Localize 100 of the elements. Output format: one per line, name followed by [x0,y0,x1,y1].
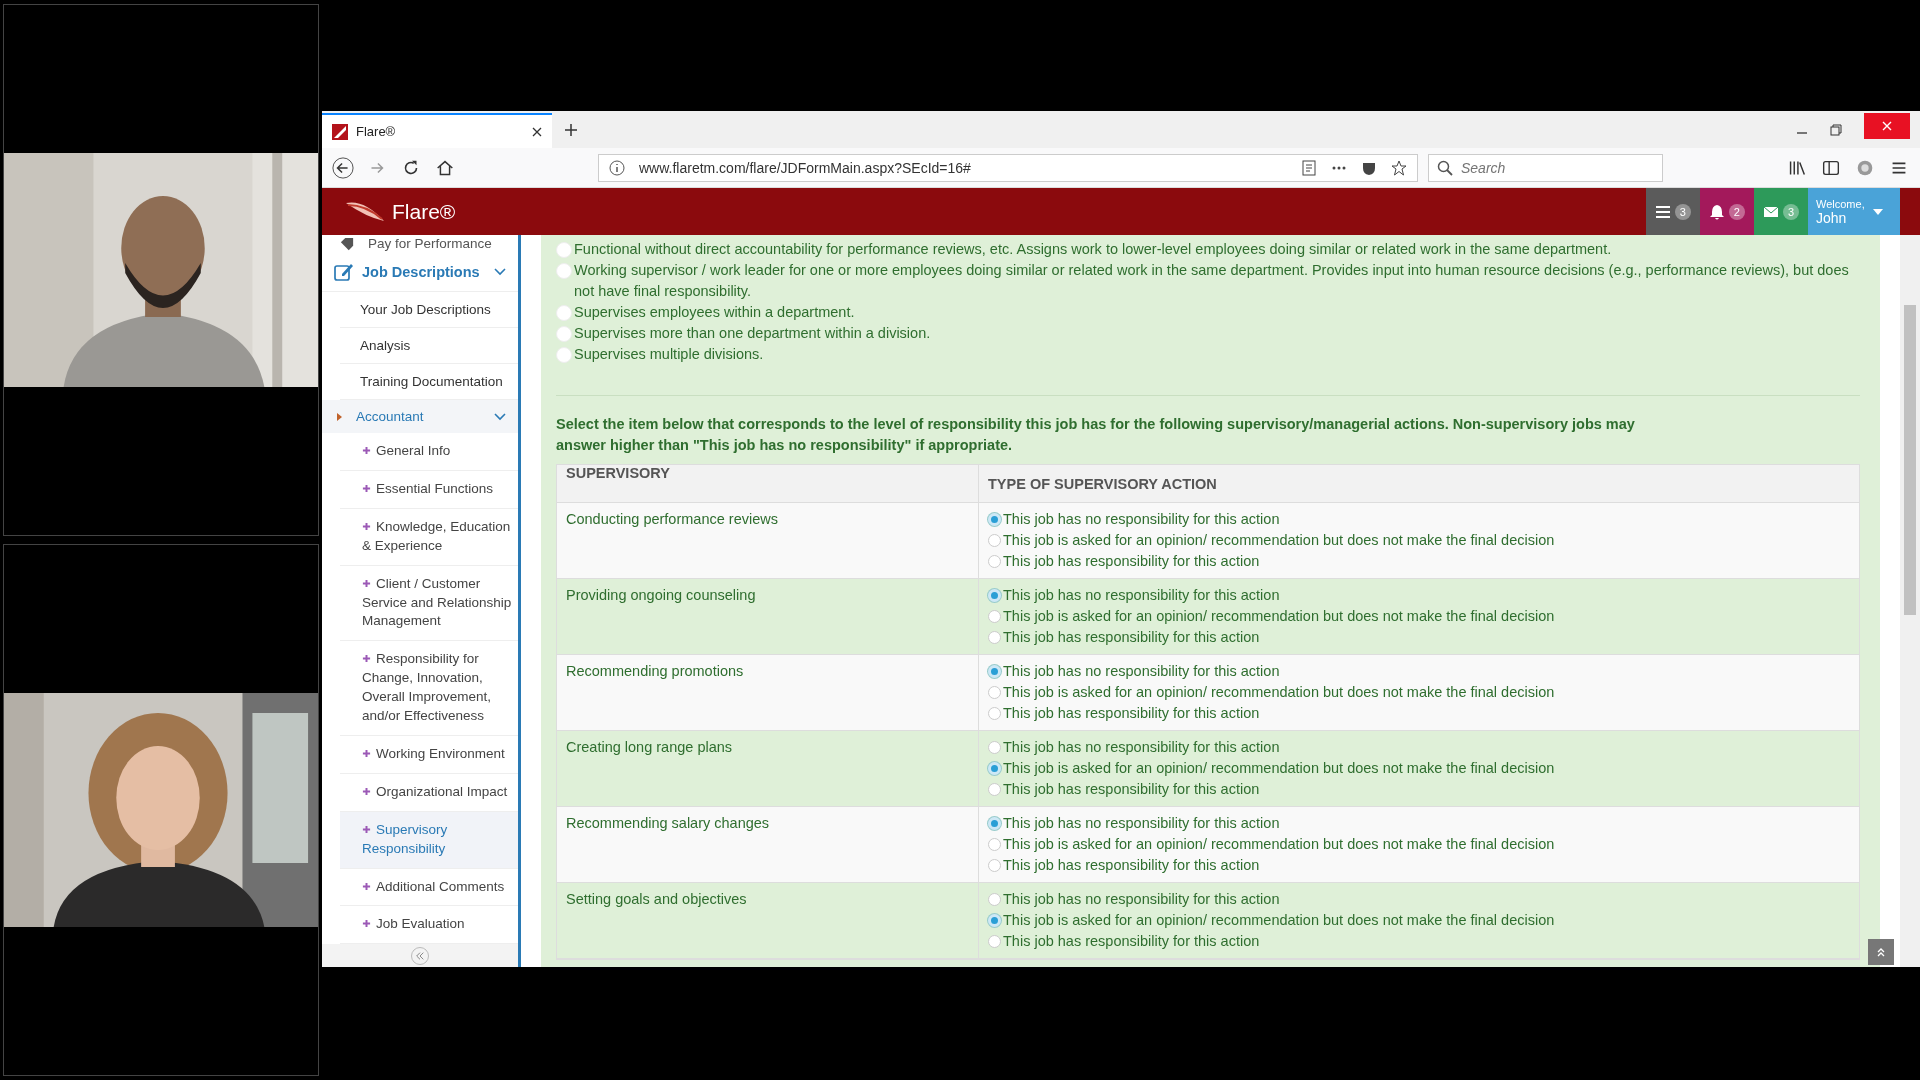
radio-button[interactable] [988,555,1001,568]
sidebar-item[interactable]: Client / Customer Service and Relationship Management [340,565,518,642]
option-label: Functional without direct accountability for performance reviews, etc. Assigns work to lower-level employees doing similar or related work in the same department. [574,240,1613,259]
radio-button[interactable] [988,893,1001,906]
sidebar-item[interactable]: Additional Comments [340,868,518,907]
radio-button[interactable] [988,513,1001,526]
radio-button[interactable] [988,589,1001,602]
tag-icon [340,236,354,251]
option-label: Supervises multiple divisions. [574,345,765,364]
sidebar-item[interactable]: Supervisory Responsibility [340,811,518,869]
close-icon [1881,119,1893,132]
star-icon[interactable] [1391,159,1407,176]
option-label: This job is asked for an opinion/ recommendation but does not make the final decision [1003,684,1555,700]
double-chevron-icon [415,950,425,961]
instruction-text: Select the item below that corresponds to the level of responsibility this job has for the following supervisory/managerial actions. Non-supervisory jobs may answer higher than "This job has no responsibility" if appropriate. [556,415,1636,455]
list-icon [1654,203,1671,220]
restore-icon[interactable] [1830,123,1842,136]
table-cell: Recommending promotions [566,663,744,679]
option-label: This job has responsibility for this action [1003,857,1260,873]
radio-button[interactable] [988,838,1001,851]
option-label: This job has responsibility for this action [1003,553,1260,569]
table-cell: Recommending salary changes [566,815,770,831]
option-label: This job has no responsibility for this action [1003,663,1280,679]
sidebar-item[interactable]: Working Environment [340,735,518,774]
scroll-top-button[interactable] [1868,939,1894,965]
reader-icon[interactable] [1301,159,1317,176]
new-tab-icon[interactable] [564,123,578,137]
column-header: TYPE OF SUPERVISORY ACTION [988,475,1217,492]
count-badge: 3 [1782,203,1799,220]
sidebar-item[interactable]: Accountant [322,399,518,434]
sidebar-item[interactable]: Essential Functions [340,471,518,509]
bell-icon [1708,203,1725,220]
table-cell: Conducting performance reviews [566,511,778,527]
option-label: This job is asked for an opinion/ recommendation but does not make the final decision [1003,912,1555,928]
option-label: Supervises more than one department within a division. [574,324,932,343]
option-label: This job is asked for an opinion/ recommendation but does not make the final decision [1003,532,1555,548]
option-label: This job has responsibility for this action [1003,629,1260,645]
browser-tab[interactable]: Flare® [322,113,552,148]
search-icon [1437,159,1453,176]
option-label: This job has no responsibility for this action [1003,891,1280,907]
sidebar-item[interactable]: General Info [340,433,518,472]
option-label: This job is asked for an opinion/ recommendation but does not make the final decision [1003,608,1555,624]
plus-icon [362,654,371,664]
brand-name: Flare® [392,199,456,224]
window-close-button[interactable] [1864,112,1910,139]
info-icon [609,159,625,176]
option-label: This job has no responsibility for this action [1003,511,1280,527]
table-cell: Creating long range plans [566,739,733,755]
radio-button[interactable] [988,914,1001,927]
plus-icon [362,881,371,891]
sidebar-item[interactable]: Training Documentation [340,363,518,400]
close-icon[interactable] [532,126,542,137]
option-label: Working supervisor / work leader for one or more employees doing similar or related work in the same department. Provides input into human resource decisions (e.g., performance reviews), but does not have final responsibility. [574,261,1850,301]
radio-button[interactable] [988,534,1001,547]
option-label: This job is asked for an opinion/ recommendation but does not make the final decision [1003,760,1555,776]
radio-button[interactable] [988,741,1001,754]
sidebar-section[interactable]: Job Descriptions [322,252,518,292]
plus-icon [362,521,371,531]
option-label: This job has no responsibility for this action [1003,739,1280,755]
plus-icon [362,484,371,494]
search-field[interactable]: Search [1428,153,1663,182]
option-label: This job is asked for an opinion/ recommendation but does not make the final decision [1003,836,1555,852]
option-label: This job has responsibility for this action [1003,933,1260,949]
sidebar-item[interactable]: Responsibility for Change, Innovation, Overall Improvement, and/or Effectiveness [340,641,518,736]
table-cell: Providing ongoing counseling [566,587,756,603]
option-label: This job has responsibility for this action [1003,781,1260,797]
sidebar-item[interactable]: Analysis [340,327,518,364]
radio-button[interactable] [988,610,1001,623]
radio-button[interactable] [988,783,1001,796]
radio-button[interactable] [988,686,1001,699]
radio-button[interactable] [988,762,1001,775]
caret-icon [1872,208,1883,215]
option-label: This job has no responsibility for this action [1003,587,1280,603]
radio-button[interactable] [988,935,1001,948]
radio-button[interactable] [988,707,1001,720]
double-caret-icon [1876,947,1886,957]
sidebar-item[interactable]: Organizational Impact [340,773,518,812]
plus-icon [362,919,371,929]
logo-icon [332,123,348,140]
count-badge: 3 [1674,203,1691,220]
sidebar-item[interactable]: Your Job Descriptions [340,291,518,328]
back-icon[interactable] [332,156,354,179]
option-label: Supervises employees within a department. [574,303,856,322]
sidebar-item[interactable]: Knowledge, Education & Experience [340,508,518,566]
radio-button[interactable] [988,859,1001,872]
option-label: This job has responsibility for this action [1003,705,1260,721]
radio-button[interactable] [988,817,1001,830]
plus-icon [362,786,371,796]
radio-button[interactable] [988,631,1001,644]
table-cell: Setting goals and objectives [566,891,747,907]
scrollbar[interactable] [1900,235,1920,967]
header-button[interactable]: 2 [1699,188,1754,235]
address-bar[interactable]: www.flaretm.com/flare/JDFormMain.aspx?SEcId=16# [598,153,1418,182]
plus-icon [362,446,371,456]
column-header: SUPERVISORY [566,465,670,481]
edit-icon [334,261,354,282]
sidebar-item-label: Pay for Performance [368,236,492,252]
plus-icon [362,824,371,834]
radio-button[interactable] [988,665,1001,678]
count-badge: 2 [1728,203,1745,220]
